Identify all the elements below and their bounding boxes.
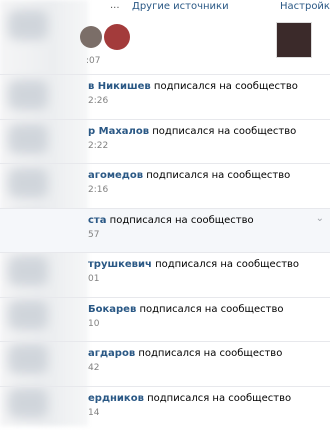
action-text: подписался на сообщество [152,126,296,137]
user-name-link[interactable]: трушкевич [88,259,152,270]
attachment-thumbnail[interactable] [276,22,312,58]
user-name-link[interactable]: в Никишев [88,81,151,92]
notification-text: ста подписался на сообщество [88,215,254,226]
list-item[interactable]: р Махалов подписался на сообщество 2:22 [0,119,330,164]
notification-time: :07 [86,56,100,66]
avatar[interactable] [104,24,130,50]
action-text: подписался на сообщество [147,393,291,404]
notification-text: агдаров подписался на сообщество [88,348,282,359]
user-name-link[interactable]: р Махалов [88,126,149,137]
list-item[interactable]: трушкевич подписался на сообщество 01 [0,252,330,297]
avatar[interactable] [80,26,102,48]
separator-dots: ... [110,0,120,11]
action-text: подписался на сообщество [138,348,282,359]
notification-time: 2:22 [88,141,108,151]
list-item[interactable]: ста подписался на сообщество 57 ⌄ [0,208,330,253]
action-text: подписался на сообщество [139,304,283,315]
action-text: подписался на сообщество [110,215,254,226]
other-sources-link[interactable]: Другие источники [132,1,229,12]
notification-time: 01 [88,274,99,284]
list-item[interactable]: агомедов подписался на сообщество 2:16 [0,163,330,208]
list-item[interactable]: ердников подписался на сообщество 14 [0,386,330,430]
list-item[interactable]: в Никишев подписался на сообщество 2:26 [0,74,330,119]
notification-time: 14 [88,408,99,418]
user-name-link[interactable]: агомедов [88,170,143,181]
grouped-notification[interactable]: :07 [0,14,330,74]
chevron-down-icon[interactable]: ⌄ [316,213,324,224]
notification-text: агомедов подписался на сообщество [88,170,290,181]
notifications-list: в Никишев подписался на сообщество 2:26 … [0,74,330,430]
notification-time: 42 [88,363,99,373]
notification-time: 57 [88,230,99,240]
user-name-link[interactable]: ердников [88,393,144,404]
settings-link[interactable]: Настройки [280,1,330,12]
notification-text: трушкевич подписался на сообщество [88,259,299,270]
action-text: подписался на сообщество [154,81,298,92]
user-name-link[interactable]: Бокарев [88,304,136,315]
list-item[interactable]: агдаров подписался на сообщество 42 [0,341,330,386]
user-name-link[interactable]: агдаров [88,348,135,359]
list-item[interactable]: Бокарев подписался на сообщество 10 [0,297,330,342]
notification-text: р Махалов подписался на сообщество [88,126,296,137]
notification-text: в Никишев подписался на сообщество [88,81,298,92]
notification-time: 2:16 [88,185,108,195]
action-text: подписался на сообщество [155,259,299,270]
notification-text: ердников подписался на сообщество [88,393,291,404]
notification-text: Бокарев подписался на сообщество [88,304,283,315]
user-name-link[interactable]: ста [88,215,106,226]
action-text: подписался на сообщество [146,170,290,181]
notification-time: 2:26 [88,96,108,106]
notification-time: 10 [88,319,99,329]
notifications-topbar: ... Другие источники Настройки [0,0,330,14]
